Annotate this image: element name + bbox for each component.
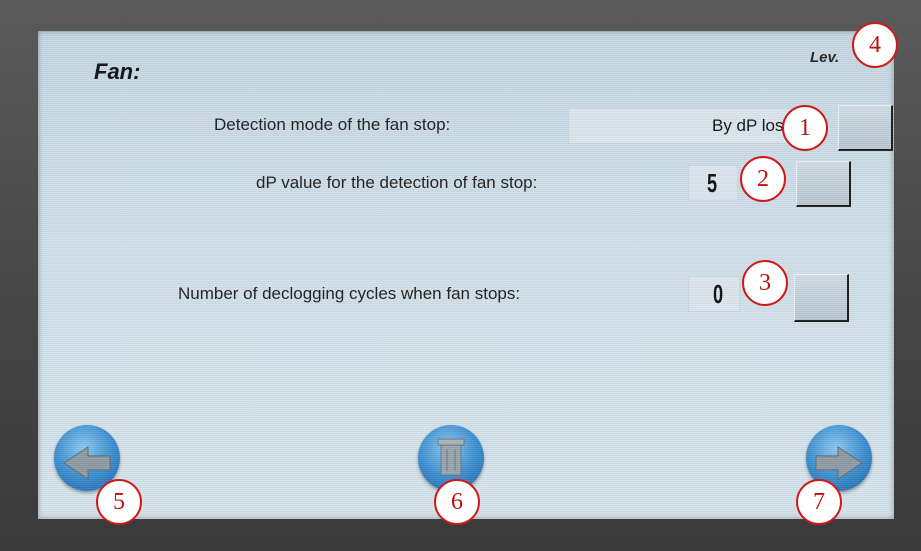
annotation-marker-7: 7 bbox=[796, 479, 842, 525]
declogging-cycles-edit-button[interactable] bbox=[794, 274, 849, 322]
dp-value-label: dP value for the detection of fan stop: bbox=[256, 173, 538, 192]
level-label: Lev. bbox=[810, 49, 840, 66]
annotation-marker-1: 1 bbox=[782, 105, 828, 151]
detection-mode-edit-button[interactable] bbox=[838, 105, 893, 151]
declogging-cycles-text: 0 bbox=[713, 278, 724, 309]
page-title: Fan: bbox=[94, 59, 141, 84]
dp-value-edit-button[interactable] bbox=[796, 161, 851, 207]
detection-mode-value: By dP loss bbox=[568, 108, 803, 144]
annotation-marker-5: 5 bbox=[96, 479, 142, 525]
dp-value-field: 5 bbox=[688, 165, 738, 201]
annotation-marker-2: 2 bbox=[740, 156, 786, 202]
declogging-cycles-field: 0 bbox=[688, 276, 740, 312]
dp-value-text: 5 bbox=[707, 167, 718, 198]
annotation-marker-6: 6 bbox=[434, 479, 480, 525]
annotation-marker-3: 3 bbox=[742, 260, 788, 306]
detection-mode-label: Detection mode of the fan stop: bbox=[214, 115, 451, 134]
annotation-marker-4: 4 bbox=[852, 22, 898, 68]
declogging-cycles-label: Number of declogging cycles when fan sto… bbox=[178, 284, 521, 303]
detection-mode-text: By dP loss bbox=[711, 116, 792, 135]
